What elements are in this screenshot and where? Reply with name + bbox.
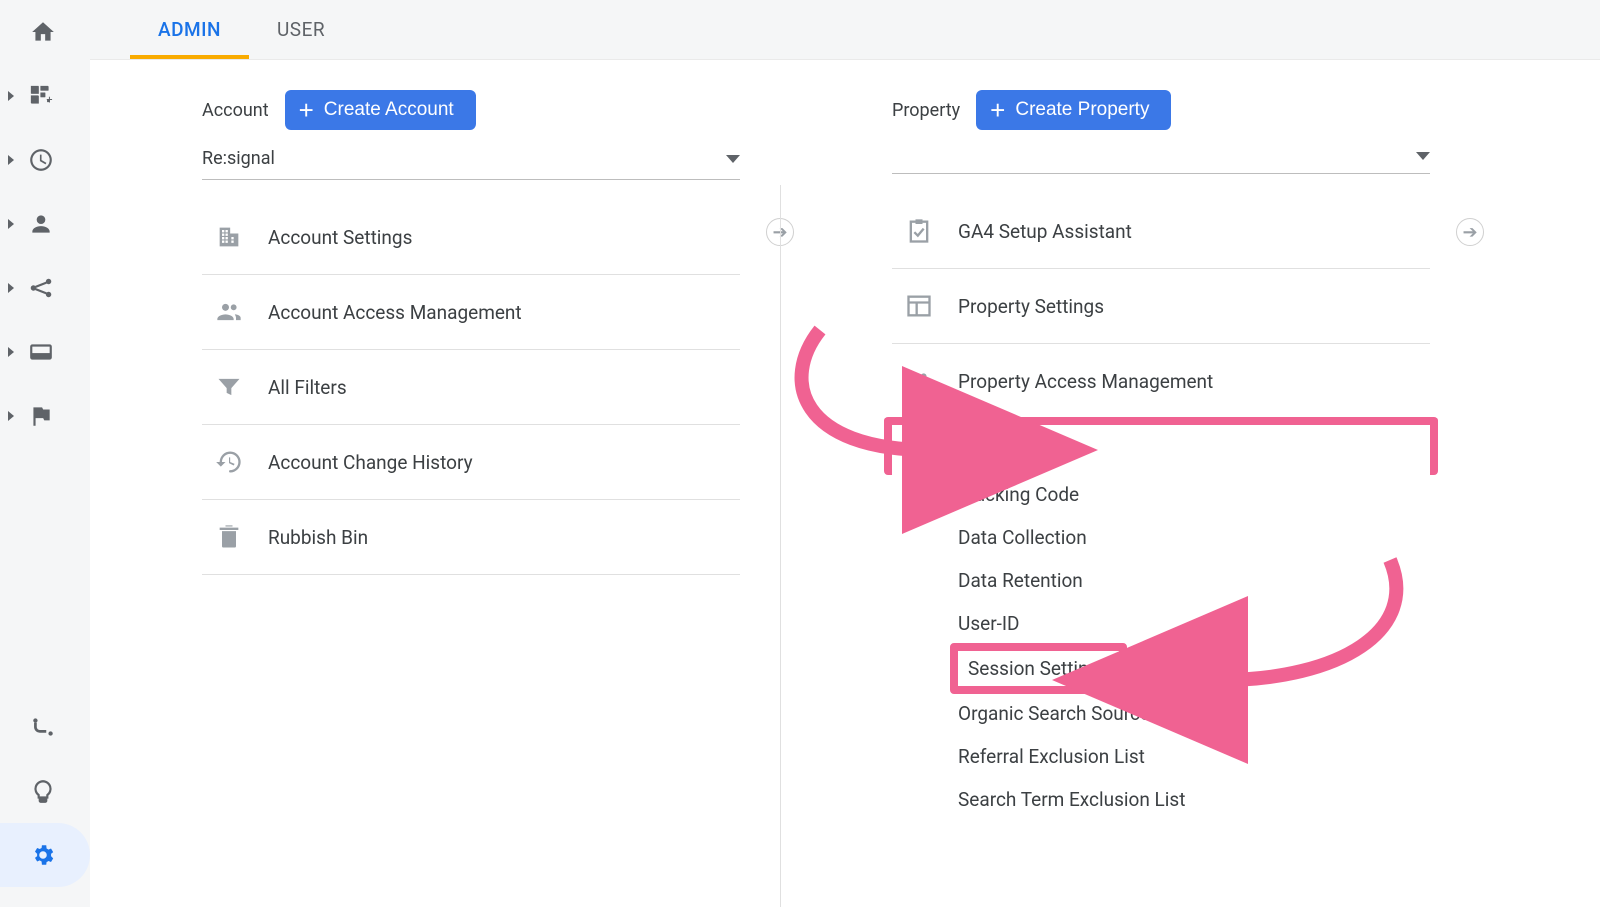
history-icon	[214, 447, 244, 477]
dashboard-icon: +	[28, 83, 54, 109]
account-settings-item[interactable]: Account Settings	[202, 200, 740, 275]
layout-icon	[904, 291, 934, 321]
account-history-item[interactable]: Account Change History	[202, 425, 740, 500]
building-icon	[214, 222, 244, 252]
property-column: Property + Create Property GA4 Setup Ass…	[780, 60, 1470, 907]
chevron-down-icon	[726, 155, 740, 163]
tracking-info-sublist: Tracking Code Data Collection Data Reten…	[892, 473, 1430, 821]
caret-right-icon	[8, 347, 14, 357]
svg-text:+: +	[46, 94, 52, 107]
organic-search-item[interactable]: Organic Search Sources	[958, 692, 1430, 735]
share-icon	[28, 275, 54, 301]
nav-attribution[interactable]	[0, 695, 90, 759]
gear-icon	[30, 842, 56, 868]
flag-icon	[28, 403, 54, 429]
rubbish-bin-item[interactable]: Rubbish Bin	[202, 500, 740, 575]
trash-icon	[214, 522, 244, 552]
left-nav-rail: +	[0, 0, 90, 907]
account-column: Account + Create Account Re:signal Accou…	[90, 60, 780, 907]
main-area: ADMIN USER Account + Create Account Re:s…	[90, 0, 1600, 907]
admin-tabs: ADMIN USER	[90, 0, 1600, 60]
search-term-exclusion-item[interactable]: Search Term Exclusion List	[958, 778, 1430, 821]
data-retention-item[interactable]: Data Retention	[958, 559, 1430, 602]
tracking-info-item[interactable]: Tracking Info	[884, 417, 1438, 475]
home-icon	[30, 19, 56, 45]
property-settings-item[interactable]: Property Settings	[892, 269, 1430, 344]
clipboard-check-icon	[904, 216, 934, 246]
code-icon	[906, 435, 936, 465]
account-label: Account	[202, 100, 269, 121]
session-settings-item[interactable]: Session Settings	[950, 643, 1127, 694]
nav-realtime[interactable]	[0, 128, 90, 192]
nav-home[interactable]	[0, 0, 90, 64]
nav-conversions[interactable]	[0, 384, 90, 448]
caret-right-icon	[8, 283, 14, 293]
nav-admin[interactable]	[0, 823, 90, 887]
tab-user[interactable]: USER	[249, 0, 353, 59]
create-account-button[interactable]: + Create Account	[285, 90, 476, 130]
person-icon	[28, 211, 54, 237]
nav-discover[interactable]	[0, 759, 90, 823]
caret-right-icon	[8, 411, 14, 421]
lightbulb-icon	[30, 778, 56, 804]
account-dropdown-value: Re:signal	[202, 148, 275, 169]
ga4-setup-item[interactable]: GA4 Setup Assistant	[892, 194, 1430, 269]
tracking-code-item[interactable]: Tracking Code	[958, 473, 1430, 516]
nav-behaviour[interactable]	[0, 320, 90, 384]
card-icon	[28, 339, 54, 365]
caret-right-icon	[8, 219, 14, 229]
property-dropdown[interactable]	[892, 140, 1430, 174]
people-icon	[904, 366, 934, 396]
account-access-item[interactable]: Account Access Management	[202, 275, 740, 350]
people-icon	[214, 297, 244, 327]
create-property-button[interactable]: + Create Property	[976, 90, 1171, 130]
nav-dashboards[interactable]: +	[0, 64, 90, 128]
property-label: Property	[892, 100, 960, 121]
caret-right-icon	[8, 91, 14, 101]
filter-icon	[214, 372, 244, 402]
nav-audience[interactable]	[0, 192, 90, 256]
plus-icon: +	[990, 101, 1005, 119]
all-filters-item[interactable]: All Filters	[202, 350, 740, 425]
nav-acquisition[interactable]	[0, 256, 90, 320]
clock-icon	[28, 147, 54, 173]
tab-admin[interactable]: ADMIN	[130, 0, 249, 59]
data-collection-item[interactable]: Data Collection	[958, 516, 1430, 559]
column-collapse-arrow[interactable]: ➔	[1456, 218, 1484, 246]
caret-right-icon	[8, 155, 14, 165]
account-dropdown[interactable]: Re:signal	[202, 140, 740, 180]
path-icon	[30, 714, 56, 740]
chevron-down-icon	[1416, 152, 1430, 160]
referral-exclusion-item[interactable]: Referral Exclusion List	[958, 735, 1430, 778]
plus-icon: +	[299, 101, 314, 119]
property-access-item[interactable]: Property Access Management	[892, 344, 1430, 419]
user-id-item[interactable]: User-ID	[958, 602, 1430, 645]
admin-content: Account + Create Account Re:signal Accou…	[90, 60, 1600, 907]
